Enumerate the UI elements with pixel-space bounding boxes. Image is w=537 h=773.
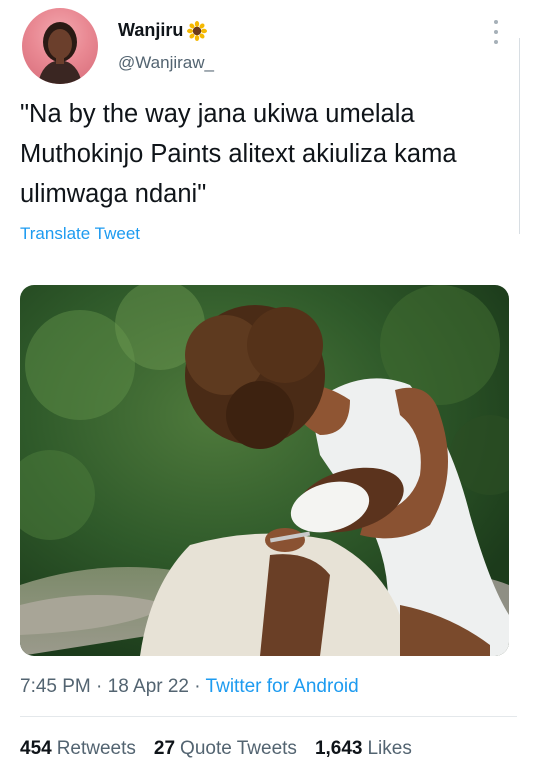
likes-label: Likes	[367, 738, 412, 759]
retweets-stat[interactable]: 454 Retweets	[20, 738, 136, 760]
meta-separator: ·	[96, 676, 103, 697]
quote-tweets-count: 27	[153, 738, 176, 759]
divider	[20, 716, 517, 717]
display-name-row[interactable]: Wanjiru	[118, 20, 208, 41]
tweet-media-image[interactable]	[20, 285, 509, 656]
retweets-count: 454	[20, 738, 52, 759]
scrollbar[interactable]	[519, 38, 520, 234]
avatar-photo	[38, 22, 82, 84]
tweet-text: "Na by the way jana ukiwa umelala Muthok…	[20, 100, 457, 208]
retweets-label: Retweets	[56, 738, 136, 759]
display-name[interactable]: Wanjiru	[118, 20, 183, 41]
tweet-meta: 7:45 PM · 18 Apr 22 · Twitter for Androi…	[20, 676, 359, 698]
tweet-stats: 454 Retweets 27 Quote Tweets 1,643 Likes	[20, 738, 412, 760]
quote-tweets-label: Quote Tweets	[180, 738, 297, 759]
tweet-photo	[20, 285, 509, 656]
tweet-date[interactable]: 18 Apr 22	[108, 676, 189, 697]
user-handle[interactable]: @Wanjiraw_	[118, 53, 214, 73]
likes-stat[interactable]: 1,643 Likes	[315, 738, 412, 760]
likes-count: 1,643	[314, 738, 363, 759]
quote-tweets-stat[interactable]: 27 Quote Tweets	[154, 738, 297, 760]
translate-tweet-link[interactable]: Translate Tweet	[20, 224, 140, 244]
more-options-icon[interactable]	[491, 20, 501, 44]
sunflower-icon	[187, 20, 208, 41]
tweet-time[interactable]: 7:45 PM	[20, 676, 91, 697]
meta-separator: ·	[194, 676, 201, 697]
avatar[interactable]	[22, 8, 98, 84]
tweet-source-link[interactable]: Twitter for Android	[206, 676, 359, 697]
